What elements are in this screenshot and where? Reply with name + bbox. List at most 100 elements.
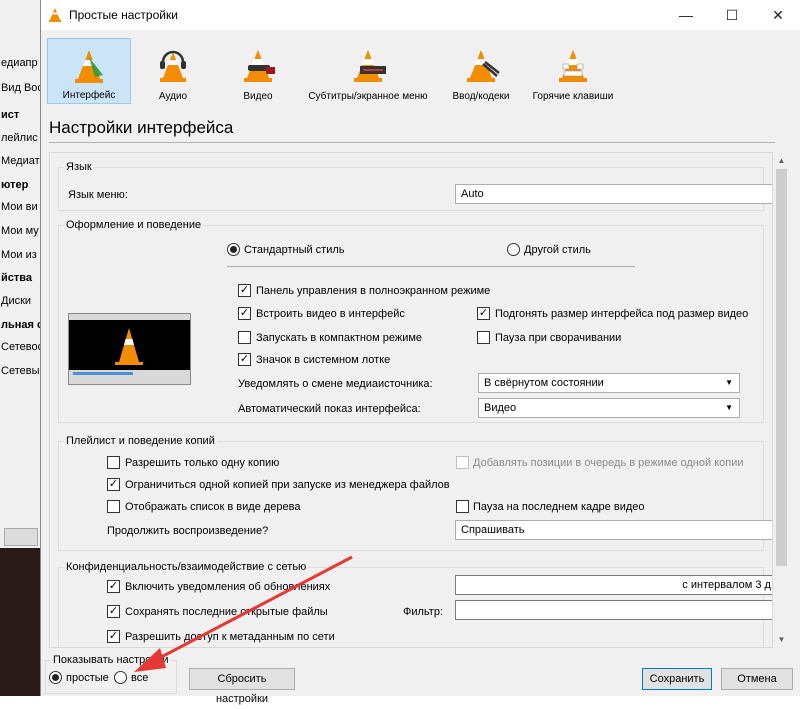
page-title: Настройки интерфейса bbox=[49, 118, 234, 137]
pause-last-frame-checkbox[interactable] bbox=[456, 500, 469, 513]
enqueue-checkbox[interactable] bbox=[456, 456, 469, 469]
resume-select[interactable]: Спрашивать ▼ bbox=[455, 520, 772, 540]
title-separator bbox=[49, 142, 775, 143]
resize-interface-checkbox[interactable]: ✓ bbox=[477, 307, 490, 320]
menu-language-select[interactable]: Auto ▼ bbox=[455, 184, 772, 204]
notify-value: В свёрнутом состоянии bbox=[484, 377, 604, 389]
pause-minimized-label: Пауза при сворачивании bbox=[495, 332, 622, 344]
notify-select[interactable]: В свёрнутом состоянии ▼ bbox=[478, 373, 740, 393]
fullscreen-controller-label: Панель управления в полноэкранном режиме bbox=[256, 285, 491, 297]
pause-minimized-checkbox[interactable] bbox=[477, 331, 490, 344]
file-manager-checkbox[interactable]: ✓ bbox=[107, 478, 120, 491]
tab-subtitles[interactable]: Субтитры/экранное меню bbox=[301, 38, 435, 104]
filter-label: Фильтр: bbox=[403, 606, 444, 618]
start-minimal-checkbox[interactable] bbox=[238, 331, 251, 344]
recent-files-checkbox[interactable]: ✓ bbox=[107, 605, 120, 618]
tree-checkbox[interactable] bbox=[107, 500, 120, 513]
chevron-down-icon: ▼ bbox=[725, 403, 733, 412]
tab-interface-label: Интерфейс bbox=[62, 90, 116, 101]
tab-video[interactable]: Видео bbox=[223, 38, 293, 104]
vlc-cone-icon bbox=[49, 8, 61, 22]
background-sidebar-item: Мои му bbox=[1, 225, 39, 237]
background-sidebar-item: Сетевы bbox=[1, 365, 40, 377]
file-manager-label: Ограничиться одной копией при запуске из… bbox=[125, 479, 450, 491]
reset-button[interactable]: Сбросить настройки bbox=[189, 668, 295, 705]
minimize-button[interactable]: — bbox=[663, 0, 709, 30]
show-settings-title: Показывать настройки bbox=[51, 654, 171, 666]
start-minimal-label: Запускать в компактном режиме bbox=[256, 332, 423, 344]
metadata-checkbox[interactable]: ✓ bbox=[107, 630, 120, 643]
background-sidebar-item: Мои ви bbox=[1, 201, 38, 213]
background-sidebar-item: ист bbox=[1, 109, 20, 121]
one-instance-label: Разрешить только одну копию bbox=[125, 457, 280, 469]
updates-label: Включить уведомления об обновлениях bbox=[125, 581, 331, 593]
updates-checkbox[interactable]: ✓ bbox=[107, 580, 120, 593]
background-sidebar-item: йства bbox=[1, 272, 33, 284]
subtitles-cone-icon bbox=[354, 50, 386, 82]
one-instance-checkbox[interactable] bbox=[107, 456, 120, 469]
background-sidebar-item: ютер bbox=[1, 179, 29, 191]
headphones-cone-icon bbox=[160, 50, 186, 82]
background-sidebar-item: лейлис bbox=[1, 132, 38, 144]
tree-label: Отображать список в виде дерева bbox=[125, 501, 301, 513]
cancel-button[interactable]: Отмена bbox=[721, 668, 793, 690]
fullscreen-controller-checkbox[interactable]: ✓ bbox=[238, 284, 251, 297]
category-toolbar: Интерфейс Аудио Видео Субтитры/экранное … bbox=[41, 30, 800, 108]
background-video-area bbox=[0, 548, 40, 696]
background-sidebar-item: Медиате bbox=[1, 155, 40, 167]
updates-interval-spinbox[interactable]: с интервалом 3 д. ▲▼ bbox=[455, 575, 773, 595]
scroll-down-icon[interactable]: ▼ bbox=[773, 631, 790, 648]
metadata-label: Разрешить доступ к метаданным по сети bbox=[125, 631, 335, 643]
tab-input-codecs-label: Ввод/кодеки bbox=[452, 91, 510, 102]
language-group-title: Язык bbox=[64, 161, 94, 173]
save-button[interactable]: Сохранить bbox=[642, 668, 712, 690]
resize-interface-label: Подгонять размер интерфейса под размер в… bbox=[495, 308, 749, 320]
tab-input-codecs[interactable]: Ввод/кодеки bbox=[443, 38, 519, 104]
autoraise-label: Автоматический показ интерфейса: bbox=[238, 403, 421, 415]
bottom-bar: Показывать настройки простые все Сбросит… bbox=[41, 650, 800, 705]
embed-video-label: Встроить видео в интерфейс bbox=[256, 308, 405, 320]
tab-video-label: Видео bbox=[243, 91, 273, 102]
resume-label: Продолжить воспроизведение? bbox=[107, 525, 269, 537]
look-group-title: Оформление и поведение bbox=[64, 219, 204, 231]
embed-video-checkbox[interactable]: ✓ bbox=[238, 307, 251, 320]
close-button[interactable]: ✕ bbox=[755, 0, 800, 30]
other-style-label: Другой стиль bbox=[524, 244, 591, 256]
tab-audio[interactable]: Аудио bbox=[141, 38, 205, 104]
background-sidebar-item: едиапр bbox=[1, 57, 38, 69]
settings-scrollbar[interactable]: ▲ ▼ bbox=[773, 152, 790, 648]
autoraise-value: Видео bbox=[484, 402, 517, 414]
background-window: едиапр Вид Вос ист лейлис Медиате ютер Мои ви М… bbox=[0, 0, 40, 696]
tab-subtitles-label: Субтитры/экранное меню bbox=[308, 91, 428, 102]
all-settings-radio[interactable] bbox=[114, 671, 127, 684]
filter-input[interactable] bbox=[455, 600, 772, 620]
vlc-preview-icon bbox=[69, 314, 190, 384]
simple-settings-radio[interactable] bbox=[49, 671, 62, 684]
background-sidebar-item: Сетевос bbox=[1, 341, 40, 353]
simple-settings-label: простые bbox=[66, 672, 109, 684]
resume-value: Спрашивать bbox=[461, 524, 525, 536]
chevron-down-icon: ▼ bbox=[725, 378, 733, 387]
autoraise-select[interactable]: Видео ▼ bbox=[478, 398, 740, 418]
title-bar: Простые настройки — ☐ ✕ bbox=[41, 0, 800, 30]
updates-interval-value: с интервалом 3 д. bbox=[682, 579, 773, 591]
playlist-group-title: Плейлист и поведение копий bbox=[64, 435, 217, 447]
settings-panel: Язык Язык меню: Auto ▼ Оформление и пове… bbox=[49, 152, 773, 648]
native-style-label: Стандартный стиль bbox=[244, 244, 345, 256]
tab-hotkeys-label: Горячие клавиши bbox=[532, 91, 614, 102]
preferences-dialog: Простые настройки — ☐ ✕ Интерфейс Аудио … bbox=[40, 0, 800, 705]
scrollbar-thumb[interactable] bbox=[776, 169, 787, 566]
vlc-preview-image bbox=[68, 313, 191, 385]
all-settings-label: все bbox=[131, 672, 149, 684]
maximize-button[interactable]: ☐ bbox=[709, 0, 755, 30]
background-sidebar-item: Диски bbox=[1, 295, 32, 307]
scroll-up-icon[interactable]: ▲ bbox=[773, 152, 790, 169]
native-style-radio[interactable] bbox=[227, 243, 240, 256]
other-style-radio[interactable] bbox=[507, 243, 520, 256]
systray-checkbox[interactable]: ✓ bbox=[238, 353, 251, 366]
tab-interface[interactable]: Интерфейс bbox=[47, 38, 131, 104]
systray-label: Значок в системном лотке bbox=[256, 354, 391, 366]
hotkeys-cone-icon bbox=[559, 50, 587, 82]
background-sidebar-item: льная се bbox=[1, 319, 40, 331]
tab-hotkeys[interactable]: Горячие клавиши bbox=[525, 38, 621, 104]
